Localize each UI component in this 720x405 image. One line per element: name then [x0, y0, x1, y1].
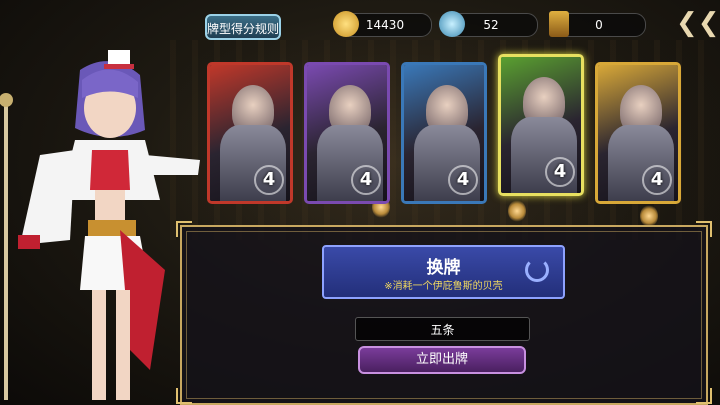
panel-corner-ornament — [696, 388, 712, 404]
card-blue-haired-knight[interactable]: 4 — [401, 62, 487, 204]
swap-cards-button[interactable]: 换牌 ※消耗一个伊庇鲁斯的贝壳 — [322, 245, 565, 299]
swap-cost-note: ※消耗一个伊庇鲁斯的贝壳 — [384, 281, 503, 292]
card-werewolf[interactable]: 4 — [304, 62, 390, 204]
crystal-counter: 52 — [439, 11, 538, 37]
card-ticket-counter: 0 — [549, 11, 646, 37]
card-value: 4 — [351, 165, 381, 195]
gold-value: 14430 — [365, 18, 405, 32]
card-value: 4 — [448, 165, 478, 195]
card-value: 4 — [642, 165, 672, 195]
card-blonde-priest[interactable]: 4 — [595, 62, 681, 204]
card-value: 4 — [545, 157, 575, 187]
play-now-button[interactable]: 立即出牌 — [358, 346, 526, 374]
back-arrow-icon[interactable]: ❮❮ — [676, 8, 720, 38]
scoring-rules-button[interactable]: 牌型得分规则 — [205, 14, 281, 40]
card-hooded-rogue[interactable]: 4 — [207, 62, 293, 204]
gold-counter: 14430 — [333, 11, 432, 37]
panel-corner-ornament — [176, 221, 192, 237]
crystal-value: 52 — [483, 18, 499, 32]
lamp-light — [508, 200, 526, 222]
card-value: 4 — [254, 165, 284, 195]
panel-corner-ornament — [696, 221, 712, 237]
lamp-light — [640, 205, 658, 227]
refresh-icon — [525, 258, 549, 282]
card-ticket-value: 0 — [595, 18, 603, 32]
hand-type-label: 五条 — [355, 317, 530, 341]
card-armored-knight[interactable]: 4 — [498, 54, 584, 196]
hostess-character — [0, 50, 200, 400]
panel-corner-ornament — [176, 388, 192, 404]
